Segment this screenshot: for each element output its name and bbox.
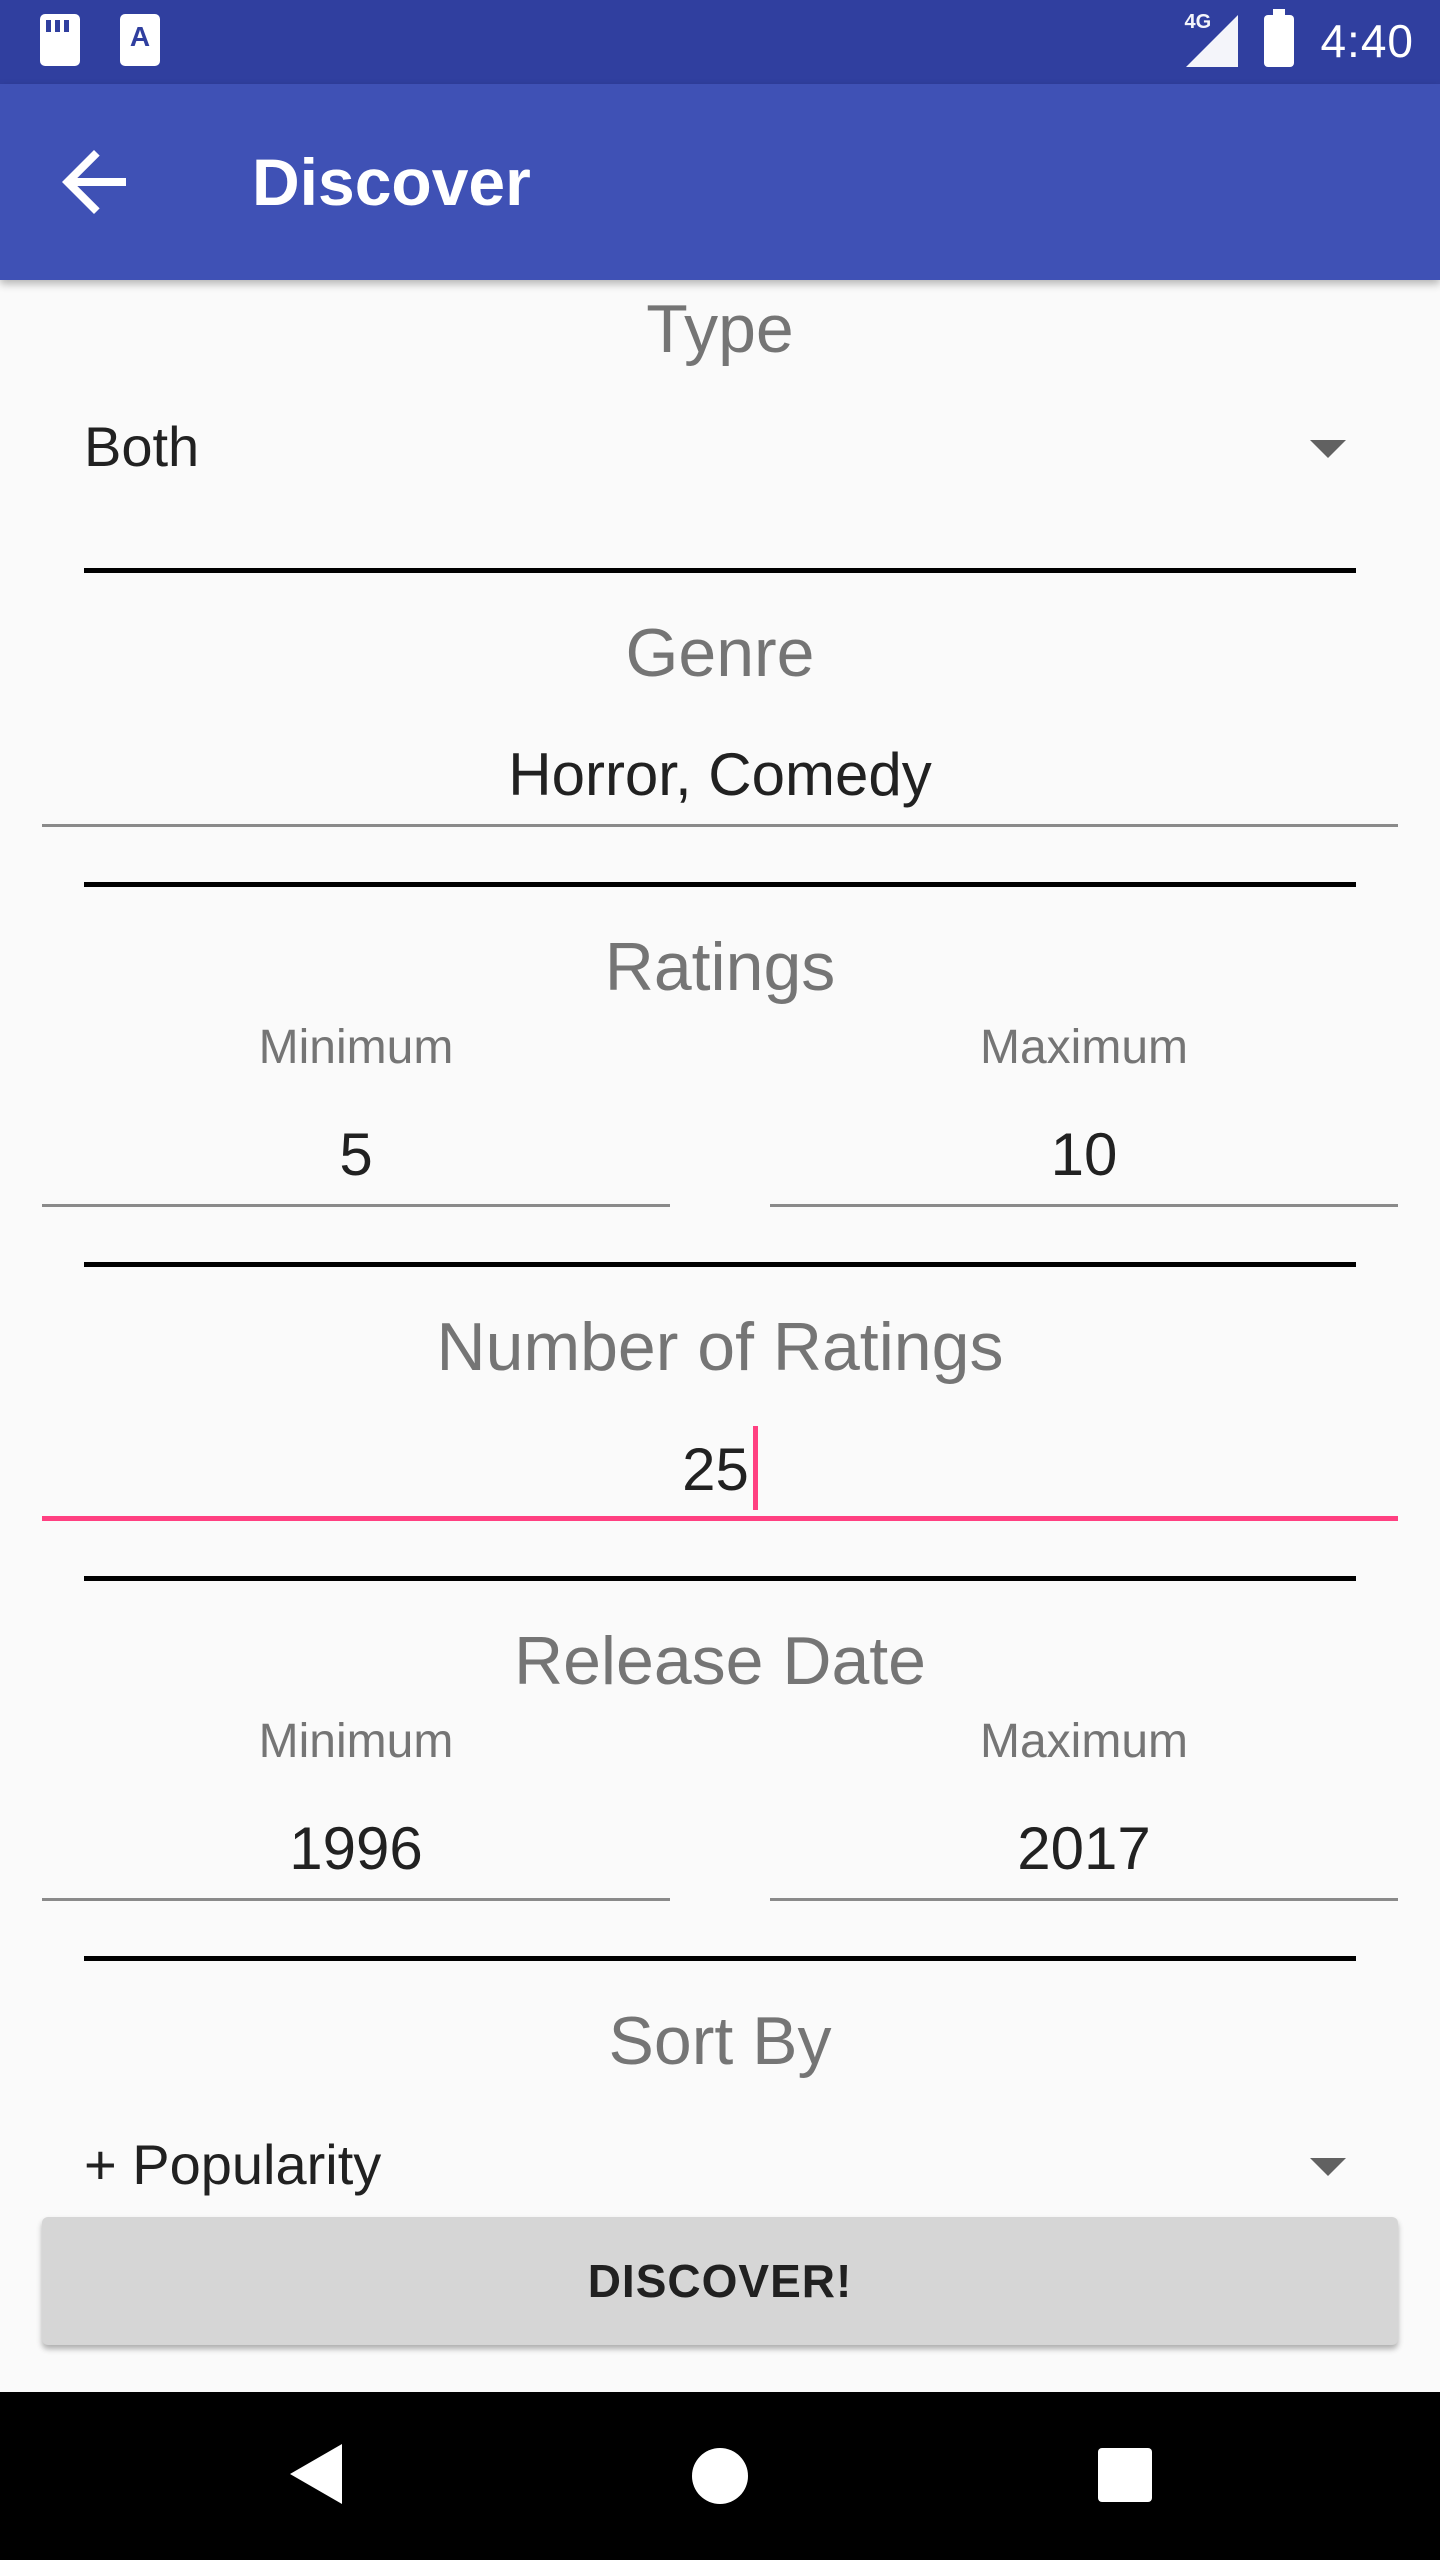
- genre-value: Horror, Comedy: [508, 741, 932, 808]
- type-selected-value: Both: [84, 415, 200, 478]
- ratings-min-value: 5: [339, 1121, 373, 1188]
- back-button[interactable]: [46, 134, 142, 230]
- release-min-value: 1996: [289, 1815, 423, 1882]
- genre-field[interactable]: Horror, Comedy: [42, 724, 1398, 827]
- clock: 4:40: [1320, 15, 1414, 67]
- ratings-max-value: 10: [1050, 1121, 1118, 1188]
- ratings-min-field[interactable]: 5: [42, 1104, 670, 1207]
- num-ratings-heading: Number of Ratings: [436, 1309, 1004, 1385]
- num-ratings-value: 25: [682, 1435, 749, 1503]
- release-max-value: 2017: [1017, 1815, 1151, 1882]
- genre-heading: Genre: [625, 615, 815, 691]
- keyboard-notification-icon: A: [120, 14, 160, 66]
- ratings-max-label: Maximum: [979, 1021, 1188, 1074]
- ratings-heading: Ratings: [604, 929, 836, 1005]
- sort-by-selected-value: + Popularity: [84, 2133, 382, 2196]
- page-title: Discover: [252, 145, 531, 219]
- release-min-field[interactable]: 1996: [42, 1798, 670, 1901]
- discover-button[interactable]: DISCOVER!: [42, 2217, 1398, 2345]
- nav-home-icon[interactable]: [692, 2448, 748, 2504]
- num-ratings-field[interactable]: 25: [42, 1416, 1398, 1521]
- release-min-label: Minimum: [258, 1715, 454, 1768]
- app-bar: Discover: [0, 84, 1440, 280]
- sort-by-heading: Sort By: [608, 2003, 832, 2079]
- sd-card-icon: [40, 14, 80, 66]
- text-cursor: [752, 1426, 758, 1510]
- arrow-back-icon: [62, 150, 126, 214]
- network-type-label: 4G: [1184, 11, 1212, 33]
- nav-recents-icon[interactable]: [1098, 2448, 1152, 2502]
- nav-back-icon[interactable]: [290, 2444, 342, 2504]
- ratings-min-label: Minimum: [258, 1021, 454, 1074]
- dropdown-arrow-icon: [1310, 2158, 1346, 2176]
- divider: [84, 1576, 1356, 1581]
- divider: [84, 1262, 1356, 1267]
- ratings-max-field[interactable]: 10: [770, 1104, 1398, 1207]
- type-spinner[interactable]: Both: [84, 400, 1356, 510]
- status-bar: A 4G 4:40: [0, 0, 1440, 84]
- battery-icon: [1264, 9, 1295, 67]
- sort-by-spinner[interactable]: + Popularity: [84, 2118, 1356, 2220]
- release-max-label: Maximum: [979, 1715, 1188, 1768]
- navigation-bar: [0, 2392, 1440, 2560]
- signal-icon: 4G: [1184, 11, 1239, 67]
- divider: [84, 882, 1356, 887]
- dropdown-arrow-icon: [1310, 440, 1346, 458]
- divider: [84, 568, 1356, 573]
- discover-form: Type Both Genre Horror, Comedy Ratings M…: [0, 280, 1440, 2220]
- release-date-heading: Release Date: [513, 1623, 927, 1699]
- type-heading: Type: [646, 291, 794, 367]
- release-max-field[interactable]: 2017: [770, 1798, 1398, 1901]
- divider: [84, 1956, 1356, 1961]
